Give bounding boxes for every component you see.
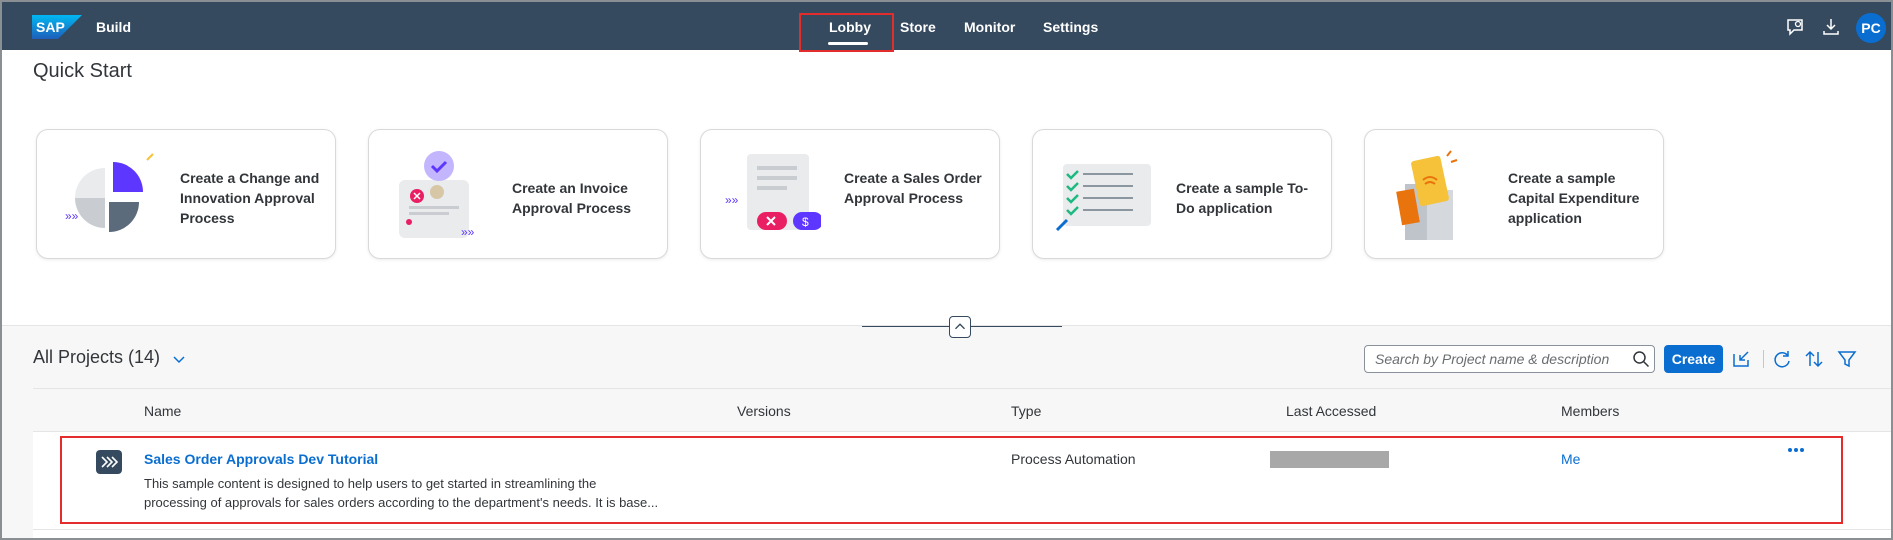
lobby-highlight-box bbox=[799, 13, 894, 52]
quick-start-card-capex[interactable]: Create a sample Capital Expenditure appl… bbox=[1364, 129, 1664, 259]
svg-text:»»: »» bbox=[461, 225, 475, 239]
project-description-line: This sample content is designed to help … bbox=[144, 476, 597, 491]
card-label: Create a sample To-Do application bbox=[1176, 180, 1309, 216]
project-type: Process Automation bbox=[1011, 451, 1136, 467]
quick-start-card-sales-order[interactable]: $ »» Create a Sales Order Approval Proce… bbox=[700, 129, 1000, 259]
import-icon[interactable] bbox=[1730, 348, 1752, 370]
svg-text:»»: »» bbox=[725, 193, 739, 207]
filter-icon[interactable] bbox=[1836, 348, 1858, 370]
sales-order-icon: $ »» bbox=[725, 154, 821, 230]
svg-text:$: $ bbox=[802, 215, 809, 229]
column-header-last-accessed[interactable]: Last Accessed bbox=[1286, 403, 1376, 419]
chevron-down-icon[interactable] bbox=[172, 352, 186, 366]
more-options-icon[interactable] bbox=[1786, 445, 1806, 455]
product-name: Build bbox=[96, 19, 131, 35]
pie-chart-icon: »» bbox=[65, 153, 154, 232]
card-label: Create an Invoice Approval Process bbox=[512, 180, 632, 216]
invoice-icon: »» bbox=[399, 151, 475, 239]
download-icon[interactable] bbox=[1821, 17, 1841, 37]
project-description: This sample content is designed to help … bbox=[144, 474, 704, 512]
nav-monitor[interactable]: Monitor bbox=[964, 19, 1015, 35]
row-divider bbox=[33, 529, 1891, 530]
quick-start-card-todo[interactable]: Create a sample To-Do application bbox=[1032, 129, 1332, 259]
sap-logo[interactable]: SAP bbox=[32, 15, 82, 39]
sort-icon[interactable] bbox=[1803, 348, 1825, 370]
table-header: Name Versions Type Last Accessed Members bbox=[33, 389, 1891, 432]
process-automation-icon bbox=[96, 450, 122, 474]
user-avatar[interactable]: PC bbox=[1856, 13, 1886, 43]
shell-bar: SAP Build Lobby Store Monitor Settings P… bbox=[2, 2, 1891, 52]
last-accessed-redacted bbox=[1270, 451, 1389, 468]
quick-start-title: Quick Start bbox=[33, 60, 132, 82]
card-label: Create a sample Capital Expenditure appl… bbox=[1508, 170, 1640, 226]
quick-start-card-invoice[interactable]: »» Create an Invoice Approval Process bbox=[368, 129, 668, 259]
svg-text:SAP: SAP bbox=[36, 19, 65, 35]
column-header-versions[interactable]: Versions bbox=[737, 403, 791, 419]
project-description-line: processing of approvals for sales orders… bbox=[144, 495, 659, 510]
card-label: Create a Change and Innovation Approval … bbox=[180, 170, 320, 226]
nav-store[interactable]: Store bbox=[900, 19, 936, 35]
checklist-icon bbox=[1055, 164, 1151, 232]
column-header-type[interactable]: Type bbox=[1011, 403, 1041, 419]
column-header-members[interactable]: Members bbox=[1561, 403, 1619, 419]
collapse-chevron-up-icon[interactable] bbox=[949, 316, 971, 338]
project-members-link[interactable]: Me bbox=[1561, 451, 1580, 467]
project-name-link[interactable]: Sales Order Approvals Dev Tutorial bbox=[144, 451, 378, 467]
projects-title[interactable]: All Projects (14) bbox=[33, 347, 160, 368]
feedback-icon[interactable] bbox=[1785, 17, 1805, 37]
app-window: SAP Build Lobby Store Monitor Settings P… bbox=[0, 0, 1893, 540]
refresh-icon[interactable] bbox=[1771, 348, 1793, 370]
toolbar-separator bbox=[1763, 350, 1764, 368]
capex-icon bbox=[1396, 150, 1458, 240]
nav-settings[interactable]: Settings bbox=[1043, 19, 1098, 35]
create-button[interactable]: Create bbox=[1664, 345, 1723, 373]
quick-start-card-change-innovation[interactable]: »» Create a Change and Innovation Approv… bbox=[36, 129, 336, 259]
search-icon[interactable] bbox=[1632, 350, 1650, 368]
search-input[interactable] bbox=[1364, 345, 1655, 373]
svg-text:»»: »» bbox=[65, 209, 79, 223]
column-header-name[interactable]: Name bbox=[144, 403, 181, 419]
card-label: Create a Sales Order Approval Process bbox=[844, 170, 982, 206]
